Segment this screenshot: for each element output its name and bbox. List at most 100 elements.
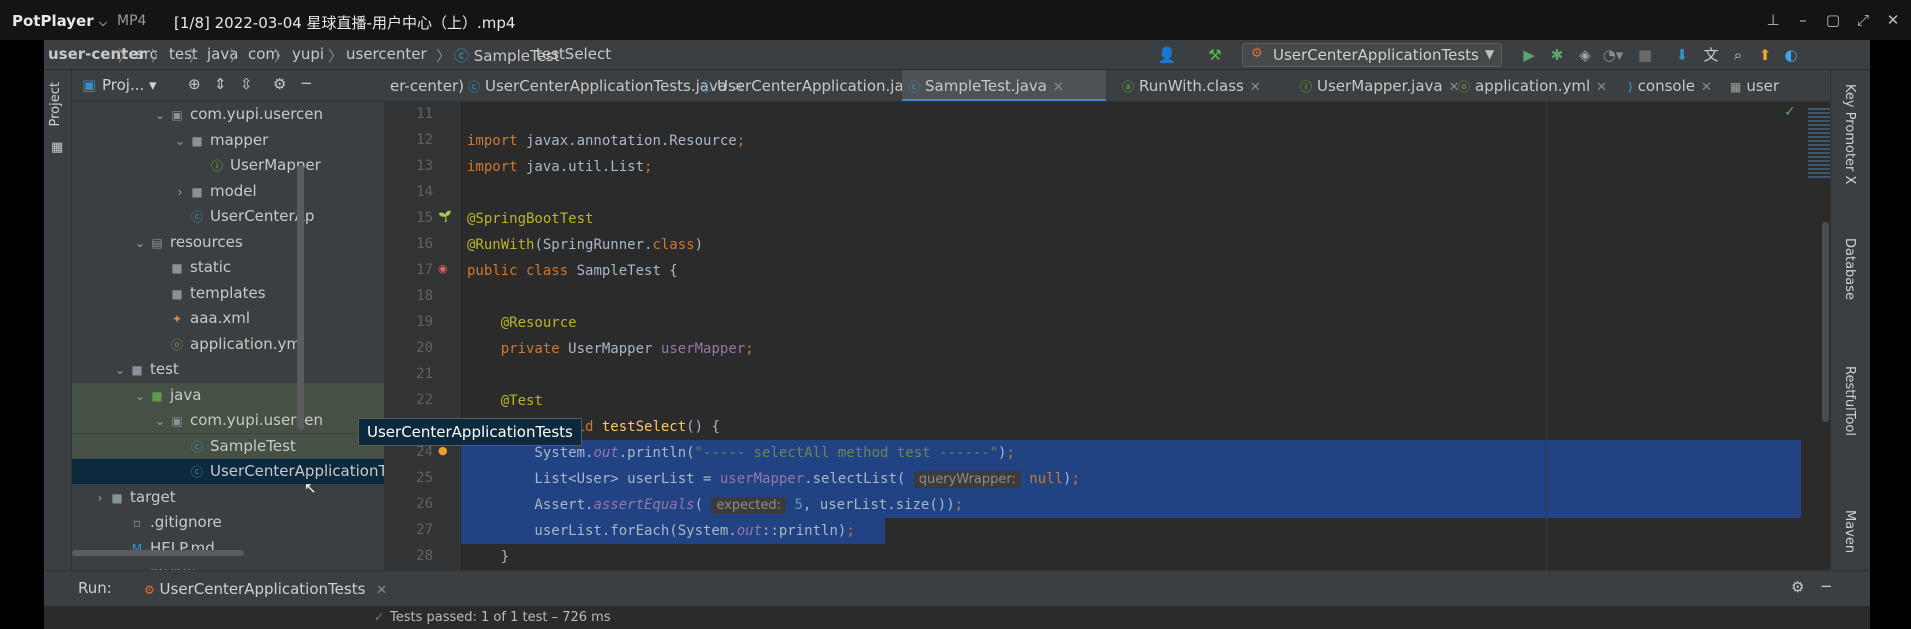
class-icon: ⓒ	[468, 80, 481, 94]
vcs-update-icon[interactable]: ⬇	[1671, 45, 1693, 65]
close-tab-icon[interactable]: ✕	[1053, 80, 1064, 95]
chevron-down-icon[interactable]: ⌄	[152, 103, 168, 128]
line-number: 16	[416, 236, 433, 252]
restful-tool-button[interactable]: RestfulTool	[1842, 366, 1857, 436]
code-line-12: import javax.annotation.Resource;	[467, 133, 746, 149]
chevron-down-icon[interactable]: ⌄	[132, 384, 148, 409]
editor-tab[interactable]: ⟩ console ✕	[1622, 70, 1718, 101]
database-tool-button[interactable]: Database	[1842, 238, 1857, 300]
run-icon[interactable]: ▶	[1518, 45, 1540, 65]
project-tree-item[interactable]: ■ static	[72, 255, 384, 280]
project-tree-item[interactable]: › ■ model	[72, 179, 384, 204]
coverage-icon[interactable]: ◈	[1574, 45, 1596, 65]
tree-scrollbar[interactable]	[297, 165, 304, 430]
tree-item-label: model	[210, 181, 257, 200]
table-icon: ▦	[1730, 80, 1742, 94]
breadcrumb-item[interactable]: testSelect	[536, 45, 611, 63]
project-tree-item[interactable]: ⓒ SampleTest	[72, 433, 384, 459]
project-tree-item[interactable]: ⓘ UserMapper	[72, 153, 384, 178]
run-config-tab[interactable]: ⚙ UserCenterApplicationTests ✕	[136, 573, 395, 605]
chevron-down-icon[interactable]: ⌄	[112, 358, 128, 383]
close-tab-icon[interactable]: ✕	[1596, 80, 1607, 95]
player-brand[interactable]: PotPlayer ⌵	[12, 12, 107, 30]
editor-tab[interactable]: ⓞ application.yml ✕	[1452, 70, 1614, 101]
vcs-user-icon[interactable]: 👤▾	[1156, 45, 1178, 84]
line-number: 13	[416, 158, 433, 174]
spring-bean-gutter-icon[interactable]: 🌱	[438, 210, 452, 223]
tree-hscrollbar[interactable]	[72, 550, 244, 556]
expand-all-icon[interactable]: ⇕	[214, 75, 227, 93]
debug-icon[interactable]: ✱	[1546, 45, 1568, 65]
line-number: 28	[416, 548, 433, 564]
project-tree-item[interactable]: ⌄ ■ test	[72, 357, 384, 382]
code-line-16: @RunWith(SpringRunner.class)	[467, 237, 704, 253]
run-settings-gear-icon[interactable]: ⚙	[1791, 578, 1804, 596]
tree-item-label: java	[170, 385, 202, 404]
editor-tab[interactable]: ▦ user	[1724, 70, 1804, 101]
chevron-right-icon[interactable]: ›	[172, 180, 188, 205]
project-tree-item[interactable]: ⌄ ■ mapper	[72, 128, 384, 153]
search-icon[interactable]: ⌕	[1727, 45, 1749, 65]
tree-item-label: com.yupi.usercen	[190, 105, 324, 123]
project-tree-item[interactable]: ⓒ UserCenterAp	[72, 204, 384, 229]
close-tab-icon[interactable]: ✕	[1250, 80, 1261, 95]
left-tool-strip: Project ▦	[44, 70, 72, 570]
code-minimap[interactable]	[1808, 108, 1830, 180]
project-tree-item[interactable]: ⌄ ▣ com.yupi.usercen	[72, 102, 384, 127]
project-tree-item[interactable]: ✦ aaa.xml	[72, 306, 384, 331]
editor-tab[interactable]: ⓒ UserCenterApplicationTests.java ✕	[462, 70, 744, 101]
breadcrumb-item[interactable]: yupi	[292, 45, 324, 63]
close-tab-icon[interactable]: ✕	[1701, 80, 1712, 95]
project-tree-item[interactable]: M HELP.md	[72, 536, 384, 561]
project-tree-item[interactable]: ⓞ application.yml	[72, 332, 384, 357]
project-view-selector[interactable]: Proj... ▾	[102, 76, 157, 94]
pin-icon[interactable]: ⊥	[1760, 8, 1786, 32]
project-tree-item[interactable]: ⌄ ▣ com.yupi.usercen	[72, 408, 384, 433]
editor-tab[interactable]: ⓘ UserMapper.java ✕	[1294, 70, 1460, 101]
stop-icon[interactable]: ■	[1634, 45, 1656, 65]
project-tree-item[interactable]: ■ templates	[72, 281, 384, 306]
project-tree-item[interactable]: › ■ target	[72, 485, 384, 510]
chevron-down-icon[interactable]: ⌄	[132, 231, 148, 256]
hide-pane-icon[interactable]: −	[300, 74, 313, 92]
yml-icon: ⓞ	[170, 337, 183, 352]
close-icon[interactable]: ✕	[1880, 8, 1906, 32]
locate-icon[interactable]: ⊕	[188, 75, 201, 93]
editor-tab[interactable]: ⓒUserCenterApplication.java✕	[694, 70, 939, 101]
chevron-down-icon[interactable]: ⌄	[152, 409, 168, 434]
editor-scroll-thumb[interactable]	[1822, 222, 1829, 422]
inspection-ok-icon[interactable]: ✓	[1784, 104, 1796, 120]
project-tree-item[interactable]: ▫mvnw	[72, 561, 384, 570]
project-tree-item[interactable]: ▫ .gitignore	[72, 510, 384, 535]
run-config-selector[interactable]: ⚙ UserCenterApplicationTests ▼	[1242, 43, 1502, 67]
project-tree-item[interactable]: ⌄ ■ java	[72, 382, 384, 409]
translate-icon[interactable]: 文	[1700, 45, 1722, 65]
key-promoter-tool-button[interactable]: Key Promoter X	[1842, 84, 1857, 184]
chevron-right-icon[interactable]: ›	[92, 486, 108, 511]
project-tree-item[interactable]: ⓒ UserCenterApplicationTests	[72, 459, 384, 484]
profile-icon[interactable]: ◔▾	[1602, 45, 1624, 65]
settings-gear-icon[interactable]: ⚙	[273, 75, 286, 93]
tests-status-text: Tests passed: 1 of 1 test – 726 ms	[390, 610, 611, 625]
maven-tool-button[interactable]: Maven	[1842, 510, 1857, 553]
minimize-icon[interactable]: –	[1790, 8, 1816, 32]
run-test-gutter-icon[interactable]: ◉	[438, 262, 448, 275]
interface-icon: ⓘ	[210, 159, 223, 173]
close-run-tab-icon[interactable]: ✕	[376, 583, 387, 598]
project-tree-item[interactable]: ⌄ ▤ resources	[72, 230, 384, 255]
editor-tab[interactable]: ⓐ RunWith.class ✕	[1116, 70, 1286, 101]
project-tool-button[interactable]: Project	[48, 82, 63, 126]
fullscreen-icon[interactable]: ⤢	[1850, 8, 1876, 32]
build-hammer-icon[interactable]: ⚒	[1204, 45, 1226, 65]
maximize-icon[interactable]: ▢	[1820, 8, 1846, 32]
editor-tab-label: application.yml	[1475, 77, 1591, 95]
chevron-down-icon[interactable]: ⌄	[172, 129, 188, 154]
plugin-icon[interactable]: ◐	[1780, 45, 1802, 65]
editor-tab[interactable]: er-center)	[384, 70, 464, 101]
run-hide-icon[interactable]: −	[1820, 577, 1833, 595]
breadcrumb-item[interactable]: usercenter	[346, 45, 427, 63]
resources-folder-icon: ▤	[151, 235, 163, 250]
update-icon[interactable]: ⬆	[1754, 45, 1776, 65]
collapse-all-icon[interactable]: ⇳	[240, 75, 253, 93]
editor-tab[interactable]: ⓒ SampleTest.java ✕	[902, 70, 1106, 101]
